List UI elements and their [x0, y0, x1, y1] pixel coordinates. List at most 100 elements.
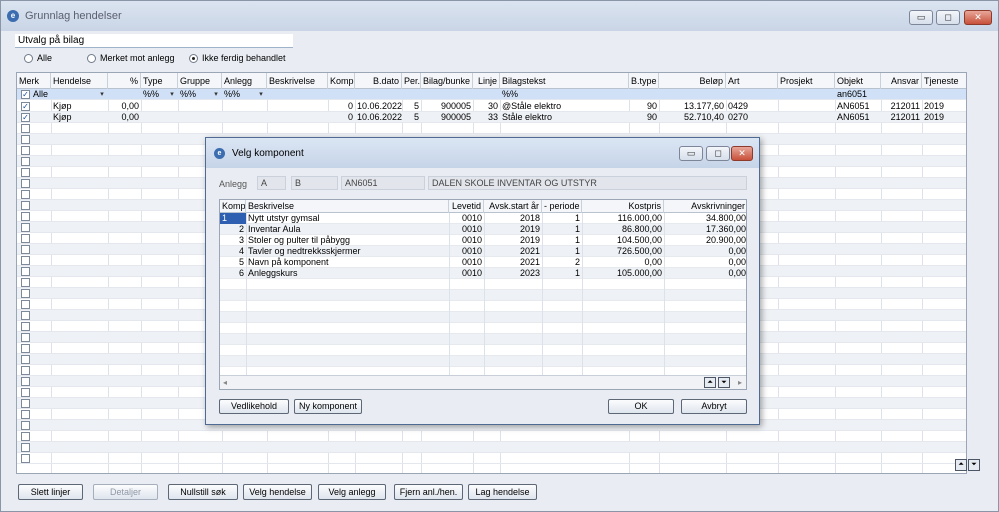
checkbox-icon[interactable]: [21, 157, 30, 166]
cell-beskrivelse[interactable]: Tavler og nedtrekksskjermer: [246, 246, 449, 257]
column-header-type[interactable]: Type: [141, 73, 178, 89]
checkbox-icon[interactable]: [21, 201, 30, 210]
cell-bilagstekst[interactable]: @Ståle elektro: [500, 101, 629, 112]
cell-bilag[interactable]: 900005: [421, 101, 473, 112]
column-header-btype[interactable]: B.type: [629, 73, 659, 89]
checkbox-icon[interactable]: [21, 344, 30, 353]
cell-bdato[interactable]: 10.06.2022: [355, 101, 402, 112]
cell-periode[interactable]: 1: [542, 213, 582, 224]
cell-komp[interactable]: 6: [220, 268, 246, 279]
ny-komponent-button[interactable]: Ny komponent: [294, 399, 362, 414]
column-header-anlegg[interactable]: Anlegg: [222, 73, 267, 89]
column-header-beskrivelse[interactable]: Beskrivelse: [267, 73, 328, 89]
vedlikehold-button[interactable]: Vedlikehold: [219, 399, 289, 414]
lag-hendelse-button[interactable]: Lag hendelse: [468, 484, 537, 500]
close-button[interactable]: ✕: [964, 10, 992, 25]
detaljer-button[interactable]: Detaljer: [93, 484, 158, 500]
dialog-maximize-button[interactable]: ◻: [706, 146, 730, 161]
cell-per[interactable]: 5: [402, 112, 421, 123]
cell-belop[interactable]: 52.710,40: [659, 112, 726, 123]
cell-levetid[interactable]: 0010: [449, 268, 484, 279]
cell-komp[interactable]: 4: [220, 246, 246, 257]
checkbox-icon[interactable]: [21, 410, 30, 419]
checkbox-icon[interactable]: [21, 366, 30, 375]
component-grid[interactable]: Komp Beskrivelse Levetid Avsk.start år - per…: [219, 199, 747, 390]
cell-beskrivelse[interactable]: Inventar Aula: [246, 224, 449, 235]
table-row[interactable]: [17, 123, 966, 134]
checkbox-icon[interactable]: ✓: [21, 90, 30, 99]
cell-kostpris[interactable]: 104.500,00: [582, 235, 664, 246]
column-header-bilagstekst[interactable]: Bilagstekst: [500, 73, 629, 89]
checkbox-icon[interactable]: [21, 443, 30, 452]
cell-art[interactable]: 0429: [726, 101, 778, 112]
radio-icon[interactable]: [24, 53, 33, 63]
checkbox-icon[interactable]: [21, 399, 30, 408]
cell-kostpris[interactable]: 0,00: [582, 257, 664, 268]
checkbox-icon[interactable]: [21, 212, 30, 221]
checkbox-icon[interactable]: [21, 300, 30, 309]
column-header-hendelse[interactable]: Hendelse: [51, 73, 108, 89]
chevron-down-icon[interactable]: ▾: [256, 89, 266, 100]
cell-kostpris[interactable]: 726.500,00: [582, 246, 664, 257]
minimize-button[interactable]: ▭: [909, 10, 933, 25]
column-header-per[interactable]: Per.: [402, 73, 421, 89]
table-row[interactable]: [17, 442, 966, 453]
column-header-objekt[interactable]: Objekt: [835, 73, 881, 89]
column-header-belop[interactable]: Beløp: [659, 73, 726, 89]
chevron-down-icon[interactable]: ▾: [167, 89, 177, 100]
radio-icon[interactable]: [87, 53, 96, 63]
checkbox-icon[interactable]: [21, 168, 30, 177]
cell-komp[interactable]: 1: [220, 213, 246, 224]
cell-levetid[interactable]: 0010: [449, 257, 484, 268]
maximize-button[interactable]: ◻: [936, 10, 960, 25]
cell-tjeneste[interactable]: 2019: [922, 112, 966, 123]
cell-levetid[interactable]: 0010: [449, 246, 484, 257]
column-header-linje[interactable]: Linje: [473, 73, 500, 89]
component-row[interactable]: 5 Navn på komponent 0010 2021 2 0,00 0,00: [220, 257, 746, 268]
column-header-bilag[interactable]: Bilag/bunke: [421, 73, 473, 89]
column-header-ansvar[interactable]: Ansvar: [881, 73, 922, 89]
cell-belop[interactable]: 13.177,60: [659, 101, 726, 112]
checkbox-icon[interactable]: [21, 322, 30, 331]
filter-row[interactable]: ✓ Alle%%%%%%%% an6051 ▾ ▾ ▾ ▾: [17, 89, 966, 100]
checkbox-icon[interactable]: [21, 135, 30, 144]
cell-periode[interactable]: 1: [542, 268, 582, 279]
checkbox-icon[interactable]: ✓: [21, 102, 30, 111]
cell-kostpris[interactable]: 116.000,00: [582, 213, 664, 224]
cell-start[interactable]: 2019: [484, 235, 542, 246]
cell-avskr[interactable]: 17.360,00: [664, 224, 746, 235]
component-row[interactable]: 3 Stoler og pulter til påbygg 0010 2019 1 104…: [220, 235, 746, 246]
column-header-gruppe[interactable]: Gruppe: [178, 73, 222, 89]
cell-bilag[interactable]: 900005: [421, 112, 473, 123]
cell-avskr[interactable]: 34.800,00: [664, 213, 746, 224]
cell-beskrivelse[interactable]: Anleggskurs: [246, 268, 449, 279]
cell-beskrivelse[interactable]: Navn på komponent: [246, 257, 449, 268]
cell-bilagstekst[interactable]: Ståle elektro: [500, 112, 629, 123]
component-row[interactable]: 2 Inventar Aula 0010 2019 1 86.800,00 17.360,0…: [220, 224, 746, 235]
checkbox-icon[interactable]: [21, 278, 30, 287]
column-header-pct[interactable]: %: [108, 73, 141, 89]
cell-hendelse[interactable]: Kjøp: [51, 112, 108, 123]
chevron-down-icon[interactable]: ▾: [211, 89, 221, 100]
cell-ansvar[interactable]: 212011: [881, 101, 922, 112]
cell-tjeneste[interactable]: 2019: [922, 101, 966, 112]
scroll-up-icon[interactable]: ⏶: [955, 459, 967, 471]
component-row[interactable]: 4 Tavler og nedtrekksskjermer 0010 2021 1 726…: [220, 246, 746, 257]
component-row[interactable]: [220, 312, 746, 323]
radio-merket-mot-anlegg[interactable]: Merket mot anlegg: [87, 53, 175, 63]
velg-anlegg-button[interactable]: Velg anlegg: [318, 484, 386, 500]
cell-hendelse[interactable]: Kjøp: [51, 101, 108, 112]
component-header-kostpris[interactable]: Kostpris: [582, 200, 664, 213]
cell-btype[interactable]: 90: [629, 112, 659, 123]
cell-objekt[interactable]: AN6051: [835, 112, 881, 123]
table-row[interactable]: Kjøp 0,00 0 10.06.2022 5 900005 30 @Ståle elekt…: [17, 101, 966, 112]
cell-periode[interactable]: 2: [542, 257, 582, 268]
cell-komp[interactable]: 5: [220, 257, 246, 268]
checkbox-icon[interactable]: [21, 289, 30, 298]
component-row[interactable]: [220, 301, 746, 312]
component-header-levetid[interactable]: Levetid: [449, 200, 484, 213]
component-row[interactable]: [220, 279, 746, 290]
horizontal-scrollbar[interactable]: ◂ ⏶ ⏷ ▸: [220, 375, 746, 389]
cell-avskr[interactable]: 0,00: [664, 246, 746, 257]
table-row[interactable]: [17, 431, 966, 442]
